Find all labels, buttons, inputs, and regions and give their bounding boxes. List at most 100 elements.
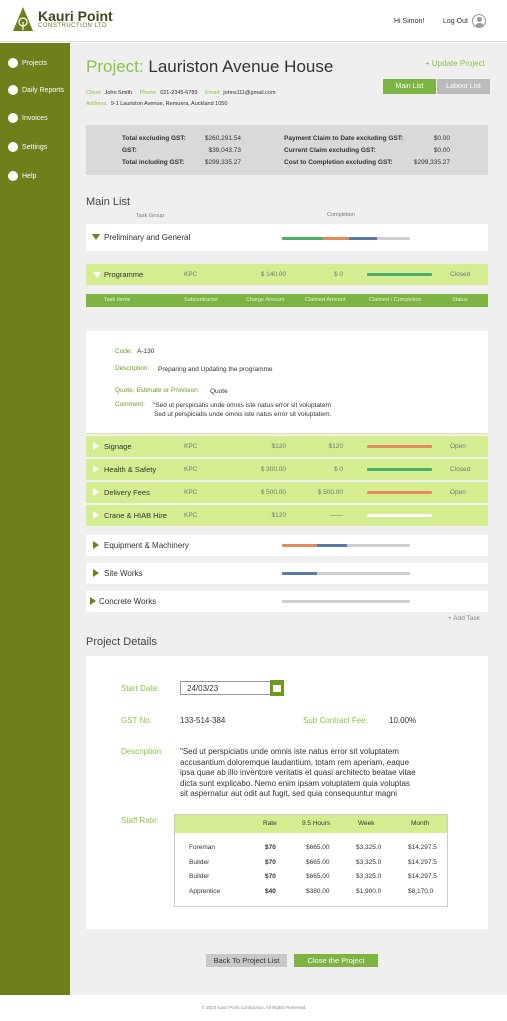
description-value: "Sed ut perspiciatis unde omnis iste nat… bbox=[180, 747, 416, 798]
group-completion-segment bbox=[316, 544, 348, 547]
th-task-items: Task Items bbox=[104, 297, 131, 303]
app-header: Kauri Point CONSTRUCTION LTD Hi Simon! L… bbox=[0, 0, 507, 42]
logo-subtitle: CONSTRUCTION LTD bbox=[38, 23, 107, 29]
th-subcontractor: Subcontractor bbox=[184, 297, 219, 303]
task-completion-bar bbox=[367, 445, 432, 448]
staff-month: $14,297.5 bbox=[408, 859, 437, 866]
main-list-title: Main List bbox=[86, 196, 131, 208]
task-row[interactable]: Programme KPC $ 140.00 $ 0 Closed bbox=[86, 264, 488, 285]
th-claimed-amount: Claimed Amount bbox=[305, 297, 346, 303]
summary-label: Total excluding GST: bbox=[122, 135, 186, 142]
group-completion-segment bbox=[282, 544, 317, 547]
staff-rate: $70 bbox=[265, 844, 276, 851]
sidebar-item-daily-reports[interactable]: Daily Reports bbox=[8, 85, 64, 95]
caret-right-icon bbox=[90, 597, 96, 605]
calendar-icon[interactable] bbox=[270, 680, 284, 696]
user-avatar-icon[interactable] bbox=[472, 14, 486, 28]
add-task-link[interactable]: + Add Task bbox=[448, 615, 480, 622]
task-subcontractor: KPC bbox=[184, 443, 198, 450]
detail-qep-label: Quote, Estimate or Provision: bbox=[115, 387, 200, 394]
caret-down-icon bbox=[93, 272, 101, 278]
tab-labour-list[interactable]: Labour List bbox=[437, 79, 490, 94]
nav-dot-icon bbox=[8, 113, 18, 123]
staff-hours: $665.00 bbox=[306, 844, 330, 851]
task-charge-amount: $ 140.00 bbox=[260, 271, 286, 278]
start-date-label: Start Date: bbox=[121, 684, 160, 693]
task-group-concrete-works[interactable]: Concrete Works bbox=[86, 591, 488, 612]
fee-label: Sub Contract Fee: bbox=[303, 716, 368, 725]
task-group-preliminary[interactable]: Preliminary and General bbox=[86, 224, 488, 251]
group-completion-segment bbox=[348, 237, 377, 240]
nav-dot-icon bbox=[8, 142, 18, 152]
task-claimed-amount: $120 bbox=[328, 443, 343, 450]
summary-label: Cost to Completion excluding GST: bbox=[284, 159, 393, 166]
staff-month: $14,297.5 bbox=[408, 873, 437, 880]
detail-comment-line: "Sed ut perspiciatis unde omnis iste nat… bbox=[153, 402, 331, 409]
logo-tree-icon bbox=[12, 6, 34, 32]
task-name: Crane & HIAB Hire bbox=[104, 511, 167, 520]
detail-qep-value: Quote bbox=[210, 388, 228, 395]
staff-rate: $40 bbox=[265, 888, 276, 895]
th-claimed-completion: Claimed / Completion bbox=[369, 297, 422, 303]
task-table-header: Task Items Subcontractor Charge Amount C… bbox=[86, 294, 488, 307]
staff-rate: $70 bbox=[265, 859, 276, 866]
group-completion-bar bbox=[282, 572, 410, 575]
tab-main-list[interactable]: Main List bbox=[383, 79, 436, 94]
task-claimed-amount: $ 500.00 bbox=[317, 489, 343, 496]
task-status: Closed bbox=[450, 271, 471, 278]
task-group-equipment[interactable]: Equipment & Machinery bbox=[86, 535, 488, 556]
logo[interactable]: Kauri Point CONSTRUCTION LTD bbox=[12, 6, 113, 32]
group-completion-segment bbox=[282, 572, 317, 575]
task-charge-amount: $ 500.00 bbox=[260, 489, 286, 496]
task-group-label: Concrete Works bbox=[99, 597, 157, 606]
task-subcontractor: KPC bbox=[184, 466, 198, 473]
task-completion-fill bbox=[367, 468, 432, 471]
staff-week: $3,325.0 bbox=[356, 859, 382, 866]
staff-week: $1,900.0 bbox=[356, 888, 382, 895]
th-charge-amount: Charge Amount bbox=[246, 297, 285, 303]
project-details-panel: Start Date: 24/03/23 GST No: 133-514-384… bbox=[86, 656, 488, 929]
staff-week: $3,325.0 bbox=[356, 873, 382, 880]
summary-value: $260,291.54 bbox=[204, 135, 241, 142]
detail-comment-label: Comment: bbox=[115, 401, 145, 408]
back-to-project-list-button[interactable]: Back To Project List bbox=[206, 954, 287, 967]
sidebar-item-invoices[interactable]: Invoices bbox=[8, 113, 48, 123]
client-info: Client: John Smith Phone: 021-2345-6789 Em… bbox=[86, 90, 276, 96]
detail-comment-line: Sed ut perspiciatis unde omnis iste natu… bbox=[154, 411, 332, 418]
column-completion: Completion bbox=[327, 212, 355, 218]
staff-hours: $380.00 bbox=[306, 888, 330, 895]
task-group-label: Preliminary and General bbox=[104, 233, 191, 242]
caret-right-icon bbox=[93, 488, 99, 496]
task-row[interactable]: Health & Safety KPC $ 300.00 $ 0 Closed bbox=[86, 459, 488, 480]
logout-link[interactable]: Log Out bbox=[443, 18, 468, 25]
staff-rate-label: Staff Rate: bbox=[121, 816, 159, 825]
task-group-site-works[interactable]: Site Works bbox=[86, 563, 488, 584]
staff-role: Builder bbox=[189, 859, 210, 866]
detail-code-label: Code: bbox=[115, 348, 133, 355]
task-completion-bar bbox=[367, 273, 432, 276]
group-completion-bar bbox=[282, 544, 410, 547]
task-subcontractor: KPC bbox=[184, 489, 198, 496]
description-label: Description: bbox=[121, 747, 164, 756]
staff-hours: $665.00 bbox=[306, 873, 330, 880]
detail-desc-value: Preparing and Updating the programme bbox=[158, 366, 273, 373]
nav-dot-icon bbox=[8, 58, 18, 68]
task-name: Programme bbox=[104, 270, 144, 279]
caret-right-icon bbox=[93, 511, 99, 519]
task-status: Open bbox=[450, 443, 466, 450]
column-task-group: Task Group bbox=[136, 213, 165, 219]
sidebar-item-help[interactable]: Help bbox=[8, 171, 36, 181]
task-completion-bar bbox=[367, 514, 432, 517]
sidebar-item-settings[interactable]: Settings bbox=[8, 142, 47, 152]
task-completion-bar bbox=[367, 491, 432, 494]
update-project-link[interactable]: + Update Project bbox=[425, 59, 485, 68]
task-row[interactable]: Delivery Fees KPC $ 500.00 $ 500.00 Open bbox=[86, 482, 488, 503]
task-completion-fill bbox=[367, 445, 432, 448]
close-project-button[interactable]: Close the Project bbox=[294, 954, 378, 967]
task-row[interactable]: Crane & HIAB Hire KPC $120 —— bbox=[86, 505, 488, 526]
sidebar-item-projects[interactable]: Projects bbox=[8, 58, 47, 68]
start-date-input[interactable]: 24/03/23 bbox=[180, 681, 284, 695]
staff-hours: $665.00 bbox=[306, 859, 330, 866]
task-row[interactable]: Signage KPC $120 $120 Open bbox=[86, 436, 488, 457]
task-name: Delivery Fees bbox=[104, 488, 150, 497]
